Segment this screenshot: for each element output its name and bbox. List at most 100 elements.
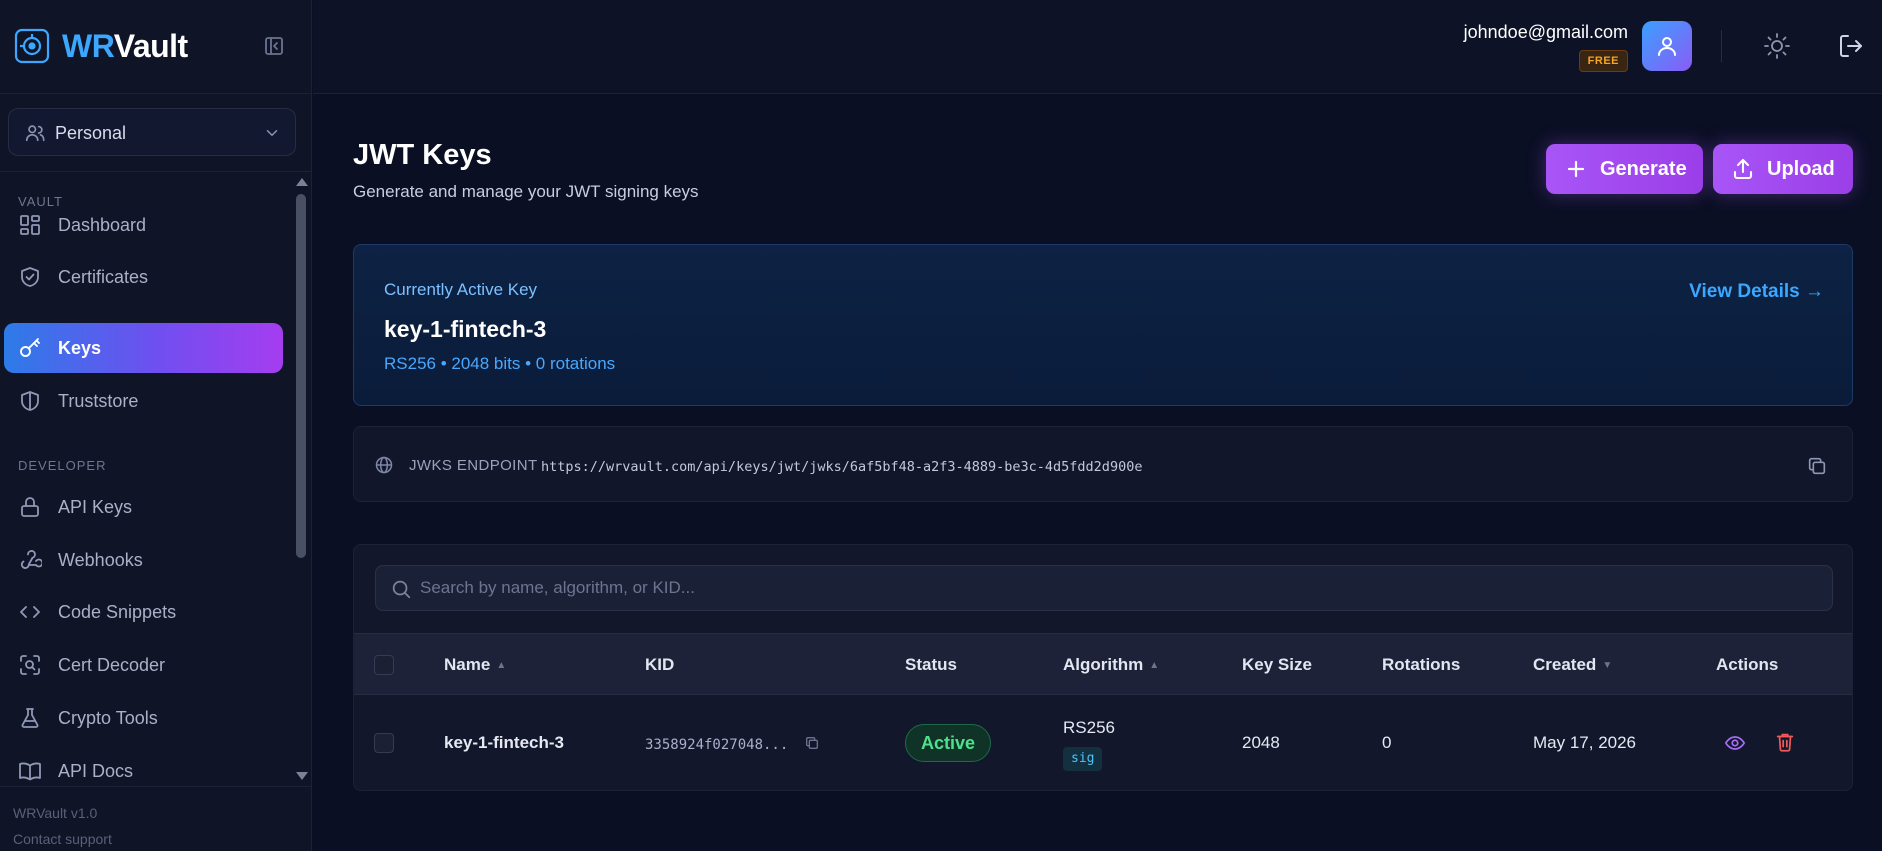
flask-icon xyxy=(18,706,42,730)
trash-icon[interactable] xyxy=(1774,731,1796,753)
vault-logo-icon xyxy=(14,28,50,64)
chevron-down-icon xyxy=(263,124,281,142)
sidebar-item-cert-decoder[interactable]: Cert Decoder xyxy=(4,640,283,690)
scroll-up-arrow-icon[interactable] xyxy=(296,178,308,186)
row-checkbox[interactable] xyxy=(374,733,394,753)
user-icon xyxy=(1658,37,1676,56)
row-key-size: 2048 xyxy=(1242,733,1280,752)
code-icon xyxy=(18,600,42,624)
upload-label: Upload xyxy=(1767,158,1835,180)
search-input[interactable] xyxy=(420,572,1820,604)
sidebar-item-label: Truststore xyxy=(58,391,139,411)
sidebar-item-label: Certificates xyxy=(58,267,149,287)
page-subtitle: Generate and manage your JWT signing key… xyxy=(353,182,699,201)
active-key-meta: RS256 • 2048 bits • 0 rotations xyxy=(384,354,616,373)
section-label-developer: DEVELOPER xyxy=(18,458,107,473)
sidebar-item-dashboard[interactable]: Dashboard xyxy=(4,200,283,250)
sort-down-icon: ▼ xyxy=(1602,659,1613,671)
sidebar-item-label: API Docs xyxy=(58,761,134,781)
sidebar-item-label: Webhooks xyxy=(58,550,143,570)
shield-icon xyxy=(18,389,42,413)
copy-kid-icon[interactable] xyxy=(804,735,820,751)
row-rotations: 0 xyxy=(1382,733,1392,752)
sidebar-item-code-snippets[interactable]: Code Snippets xyxy=(4,587,283,637)
column-header-actions: Actions xyxy=(1716,655,1779,674)
lock-icon xyxy=(18,495,42,519)
sidebar-item-label: API Keys xyxy=(58,497,133,517)
active-key-card: Currently Active Key key-1-fintech-3 RS2… xyxy=(353,244,1853,406)
sidebar-item-label: Code Snippets xyxy=(58,602,177,622)
row-name: key-1-fintech-3 xyxy=(444,733,564,752)
column-header-label: Created xyxy=(1533,655,1597,674)
shield-check-icon xyxy=(18,265,42,289)
column-header-created[interactable]: Created ▼ xyxy=(1533,654,1612,677)
webhook-icon xyxy=(18,548,42,572)
sidebar-item-label: Keys xyxy=(58,338,102,358)
eye-icon[interactable] xyxy=(1724,732,1746,754)
collapse-sidebar-icon[interactable] xyxy=(262,34,286,58)
column-header-name[interactable]: Name ▲ xyxy=(444,654,506,677)
avatar[interactable] xyxy=(1642,21,1692,71)
jwks-endpoint-url[interactable]: https://wrvault.com/api/keys/jwt/jwks/6a… xyxy=(541,459,1142,475)
scan-icon xyxy=(18,653,42,677)
logout-icon[interactable] xyxy=(1835,30,1867,62)
row-created: May 17, 2026 xyxy=(1533,733,1637,752)
sidebar-item-api-docs[interactable]: API Docs xyxy=(4,746,283,786)
scroll-thumb[interactable] xyxy=(296,194,306,558)
sidebar-item-label: Cert Decoder xyxy=(58,655,166,675)
brand-suffix: Vault xyxy=(113,28,188,64)
column-header-kid: KID xyxy=(645,655,675,674)
brand-name[interactable]: WRVault xyxy=(62,28,188,64)
sidebar-scrollbar[interactable] xyxy=(293,172,309,786)
sun-icon[interactable] xyxy=(1761,30,1793,62)
sidebar-nav: VAULT Dashboard Certificates Keys Trusts… xyxy=(0,172,312,786)
key-use-tag: sig xyxy=(1063,747,1103,771)
user-email: johndoe@gmail.com xyxy=(1463,22,1628,42)
sort-up-icon: ▲ xyxy=(1149,659,1160,671)
search-box xyxy=(375,565,1833,611)
table-row[interactable]: key-1-fintech-3 3358924f027048... Active… xyxy=(354,695,1852,790)
contact-support-link[interactable]: Contact support xyxy=(13,831,112,847)
view-details-link[interactable]: View Details → xyxy=(1689,281,1824,303)
book-icon xyxy=(18,759,42,783)
key-icon xyxy=(18,336,42,360)
brand-header: WRVault xyxy=(0,0,312,94)
copy-icon[interactable] xyxy=(1806,455,1828,477)
sidebar-item-label: Dashboard xyxy=(58,215,147,235)
brand-prefix: WR xyxy=(62,28,114,64)
page-title: JWT Keys xyxy=(353,139,492,171)
globe-icon xyxy=(374,455,394,475)
workspace-selector[interactable]: Personal xyxy=(8,108,296,156)
generate-button[interactable]: Generate xyxy=(1546,144,1703,194)
select-all-checkbox[interactable] xyxy=(374,655,394,675)
app-version: WRVault v1.0 xyxy=(13,805,98,821)
jwks-endpoint-label: JWKS ENDPOINT xyxy=(409,457,538,474)
generate-label: Generate xyxy=(1600,158,1687,180)
active-key-name: key-1-fintech-3 xyxy=(384,316,547,342)
header-divider xyxy=(1721,30,1722,62)
sidebar-item-keys[interactable]: Keys xyxy=(4,323,283,373)
search-icon xyxy=(390,578,412,600)
dashboard-icon xyxy=(18,213,42,237)
table-header: Name ▲ KID Status Algorithm ▲ Key Size Rot… xyxy=(354,633,1852,695)
plus-icon xyxy=(1564,157,1588,181)
sidebar-item-webhooks[interactable]: Webhooks xyxy=(4,535,283,585)
active-key-label: Currently Active Key xyxy=(384,280,538,299)
column-header-rotations: Rotations xyxy=(1382,655,1461,674)
column-header-label: Algorithm xyxy=(1063,655,1144,674)
jwks-endpoint-card: JWKS ENDPOINT https://wrvault.com/api/ke… xyxy=(353,426,1853,502)
keys-table-card: Name ▲ KID Status Algorithm ▲ Key Size Rot… xyxy=(353,544,1853,791)
sidebar-item-certificates[interactable]: Certificates xyxy=(4,252,283,302)
column-header-label: Name xyxy=(444,655,491,674)
sidebar-item-crypto-tools[interactable]: Crypto Tools xyxy=(4,693,283,743)
sort-up-icon: ▲ xyxy=(496,659,507,671)
sidebar: WRVault Personal VAULT Dashboard Certifi… xyxy=(0,0,312,851)
upload-button[interactable]: Upload xyxy=(1713,144,1853,194)
scroll-down-arrow-icon[interactable] xyxy=(296,772,308,780)
row-algorithm: RS256 xyxy=(1063,718,1115,737)
column-header-algorithm[interactable]: Algorithm ▲ xyxy=(1063,654,1159,677)
column-header-status: Status xyxy=(905,655,957,674)
sidebar-item-truststore[interactable]: Truststore xyxy=(4,376,283,426)
sidebar-item-label: Crypto Tools xyxy=(58,708,158,728)
sidebar-item-api-keys[interactable]: API Keys xyxy=(4,482,283,532)
